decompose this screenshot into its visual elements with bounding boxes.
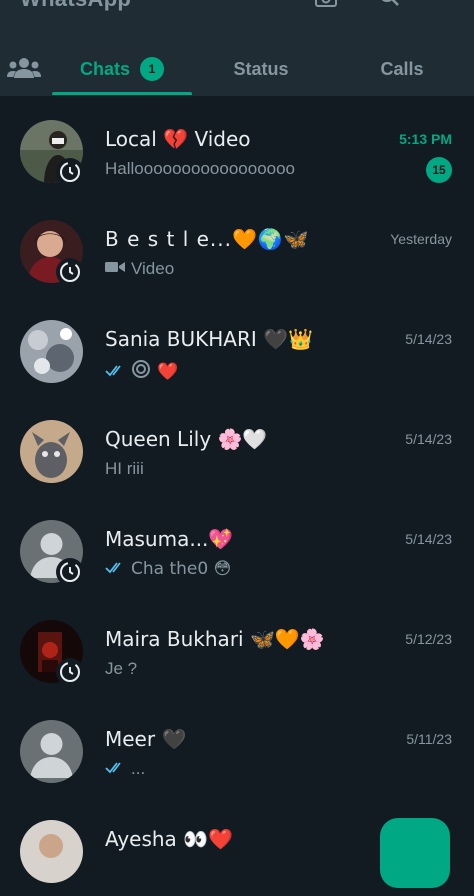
tab-calls-label: Calls: [380, 58, 424, 79]
chat-time: 5/14/23: [405, 331, 452, 347]
chat-row[interactable]: Masuma...💖 Cha the0 😳 5/14/23: [0, 496, 474, 596]
chat-row[interactable]: B e s t l e...🧡🌍🦋 Video Yesterday: [0, 196, 474, 296]
chats-unread-badge: 1: [140, 57, 164, 81]
app-title: WhatsApp: [20, 0, 131, 12]
chat-name: Local 💔 Video: [105, 127, 251, 151]
unread-count-badge: 15: [426, 157, 452, 183]
double-check-icon: [105, 362, 125, 382]
status-update-icon: [56, 158, 84, 186]
avatar[interactable]: [20, 420, 83, 483]
chat-row[interactable]: Sania BUKHARI 🖤👑 ❤️ 5/14/23: [0, 296, 474, 396]
sticker-icon: [131, 359, 151, 384]
app-bar: WhatsApp Chats 1 Status Calls: [0, 0, 474, 96]
camera-icon[interactable]: [314, 0, 338, 10]
search-icon[interactable]: [378, 0, 402, 10]
preview-text: ...: [131, 759, 146, 778]
chat-name: Sania BUKHARI 🖤👑: [105, 327, 313, 351]
preview-text: ❤️: [157, 361, 179, 382]
tab-chats[interactable]: Chats 1: [52, 46, 192, 92]
community-icon[interactable]: [6, 54, 42, 82]
chat-time: 5:13 PM: [399, 131, 452, 147]
tab-calls[interactable]: Calls: [330, 46, 474, 92]
status-update-icon: [56, 258, 84, 286]
double-check-icon: [105, 759, 125, 779]
tab-status-label: Status: [233, 58, 289, 79]
avatar[interactable]: [20, 320, 83, 383]
default-avatar-icon[interactable]: [20, 720, 83, 783]
preview-text: Video: [131, 259, 175, 278]
chat-time: 5/12/23: [405, 631, 452, 647]
chat-preview: Je ?: [105, 659, 137, 679]
chat-preview: Video: [105, 259, 174, 279]
chat-name: B e s t l e...🧡🌍🦋: [105, 227, 310, 251]
chat-row[interactable]: Queen Lily 🌸🤍 HI riii 5/14/23: [0, 396, 474, 496]
chat-preview: ...: [105, 759, 145, 779]
chat-time: 5/14/23: [405, 531, 452, 547]
status-update-icon: [56, 558, 84, 586]
chat-row[interactable]: Maira Bukhari 🦋🧡🌸 Je ? 5/12/23: [0, 596, 474, 696]
chat-name: Meer 🖤: [105, 727, 187, 751]
tab-bar: Chats 1 Status Calls: [0, 46, 474, 96]
chat-name: Ayesha 👀❤️: [105, 827, 233, 851]
double-check-icon: [105, 559, 125, 579]
chat-preview: ❤️: [105, 359, 178, 384]
tab-chats-label: Chats: [79, 58, 130, 79]
chat-name: Maira Bukhari 🦋🧡🌸: [105, 627, 325, 651]
new-chat-button[interactable]: [380, 818, 450, 888]
chat-row[interactable]: Local 💔 Video Hallooooooooooooooooo 5:13…: [0, 96, 474, 196]
chat-time: 5/11/23: [406, 731, 452, 747]
preview-text: HI riii: [105, 459, 144, 478]
tab-status[interactable]: Status: [192, 46, 330, 92]
preview-text: Cha the0 😳: [131, 559, 232, 579]
chat-row[interactable]: Meer 🖤 ... 5/11/23: [0, 696, 474, 796]
chat-name: Masuma...💖: [105, 527, 234, 551]
chat-preview: Cha the0 😳: [105, 559, 231, 579]
preview-text: Je ?: [105, 659, 138, 678]
chat-preview: HI riii: [105, 459, 144, 479]
chat-name: Queen Lily 🌸🤍: [105, 427, 268, 451]
preview-text: Hallooooooooooooooooo: [105, 159, 296, 178]
chat-time: 5/14/23: [405, 431, 452, 447]
status-update-icon: [56, 658, 84, 686]
chat-preview: Hallooooooooooooooooo: [105, 159, 295, 179]
active-tab-indicator: [52, 92, 192, 95]
chat-time: Yesterday: [390, 231, 452, 247]
avatar[interactable]: [20, 820, 83, 883]
video-icon: [105, 259, 125, 279]
more-options-icon[interactable]: [432, 0, 456, 10]
